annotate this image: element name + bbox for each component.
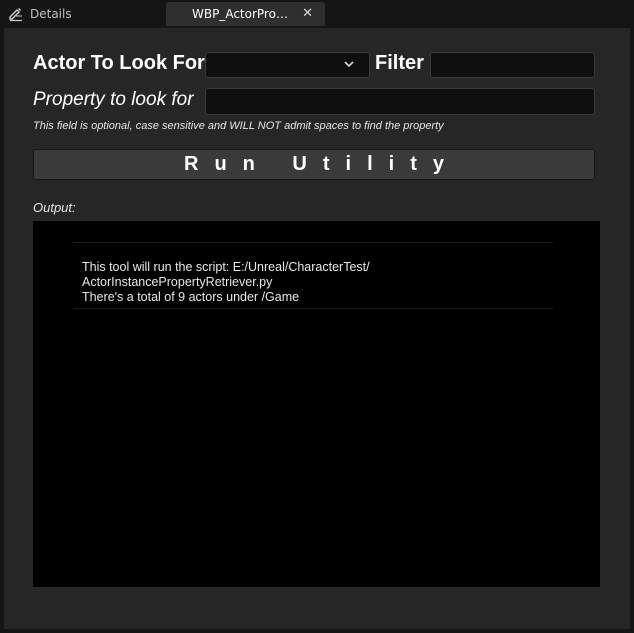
property-input[interactable] (205, 88, 595, 115)
filter-label: Filter (375, 52, 424, 74)
property-hint-text: This field is optional, case sensitive a… (33, 120, 444, 132)
output-line: This tool will run the script: E:/Unreal… (82, 260, 370, 274)
output-line: There's a total of 9 actors under /Game (82, 290, 300, 304)
tab-details[interactable]: Details (0, 2, 160, 26)
close-icon[interactable]: ✕ (302, 6, 313, 21)
run-utility-button[interactable]: Run Utility (33, 149, 595, 180)
output-text: This tool will run the script: E:/Unreal… (82, 260, 370, 305)
editor-window: Details WBP_ActorProp... ✕ Actor To Look… (0, 0, 634, 633)
tab-bar: Details WBP_ActorProp... ✕ (0, 0, 634, 28)
actor-to-look-for-label: Actor To Look For (33, 52, 205, 74)
output-label: Output: (33, 200, 76, 215)
tab-details-label: Details (30, 7, 72, 21)
widget-panel: Actor To Look For Filter Property to loo… (4, 28, 630, 629)
output-log[interactable]: This tool will run the script: E:/Unreal… (33, 221, 600, 587)
output-line: ActorInstancePropertyRetriever.py (82, 275, 273, 289)
tab-wbp-actor-property[interactable]: WBP_ActorProp... ✕ (166, 2, 325, 26)
chevron-down-icon (344, 61, 354, 68)
tab-active-label: WBP_ActorProp... (192, 7, 292, 21)
edit-pencil-icon (8, 6, 24, 22)
output-log-content: This tool will run the script: E:/Unreal… (73, 242, 553, 309)
property-to-look-for-label: Property to look for (33, 89, 194, 110)
filter-input[interactable] (430, 52, 595, 78)
actor-class-dropdown[interactable] (205, 52, 370, 78)
